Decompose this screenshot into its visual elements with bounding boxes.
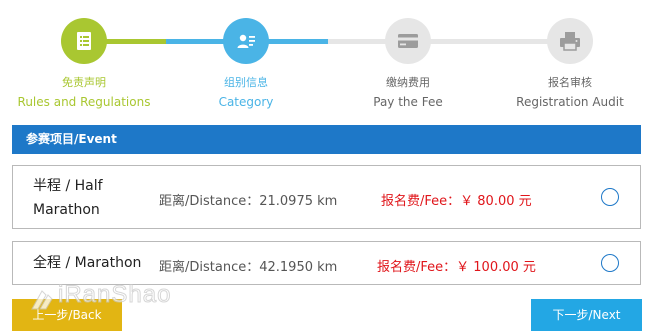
step-label-en: Registration Audit	[516, 95, 624, 109]
next-button[interactable]: 下一步/Next	[531, 299, 642, 331]
event-fee: 报名费/Fee：￥ 100.00 元	[377, 260, 536, 275]
event-row-marathon[interactable]: 全程 / Marathon 距离/Distance：42.1950 km 报名费…	[12, 241, 641, 285]
event-fee: 报名费/Fee：￥ 80.00 元	[381, 194, 532, 209]
back-button[interactable]: 上一步/Back	[12, 299, 122, 331]
step-circle-audit	[547, 18, 593, 64]
progress-steps: 免责声明 Rules and Regulations 组别信息 Category…	[0, 0, 660, 120]
step-label-en: Category	[218, 95, 274, 109]
event-radio-button[interactable]	[601, 254, 619, 272]
step-circle-rules	[61, 18, 107, 64]
id-card-icon	[237, 34, 255, 48]
event-distance: 距离/Distance：21.0975 km	[159, 194, 338, 209]
event-name: 全程 / Marathon	[33, 255, 142, 271]
document-icon	[77, 32, 91, 50]
step-audit: 报名审核 Registration Audit	[490, 18, 650, 110]
step-label-en: Pay the Fee	[373, 95, 443, 109]
step-circle-payment	[385, 18, 431, 64]
step-payment: 缴纳费用 Pay the Fee	[328, 18, 488, 110]
event-row-half-marathon[interactable]: 半程 / Half Marathon 距离/Distance：21.0975 k…	[12, 165, 641, 229]
step-label-cn: 免责声明	[62, 76, 106, 89]
step-label-cn: 缴纳费用	[386, 76, 430, 89]
credit-card-icon	[398, 34, 418, 48]
step-rules: 免责声明 Rules and Regulations	[4, 18, 164, 110]
step-label-cn: 报名审核	[548, 76, 592, 89]
step-label-cn: 组别信息	[224, 76, 268, 89]
printer-icon	[560, 32, 580, 51]
event-name: 半程 / Half Marathon	[33, 178, 103, 218]
event-radio-button[interactable]	[601, 188, 619, 206]
step-category: 组别信息 Category	[166, 18, 326, 110]
event-distance: 距离/Distance：42.1950 km	[159, 260, 338, 275]
event-section-header: 参赛项目/Event	[12, 125, 641, 154]
step-circle-category	[223, 18, 269, 64]
step-label-en: Rules and Regulations	[17, 95, 151, 109]
